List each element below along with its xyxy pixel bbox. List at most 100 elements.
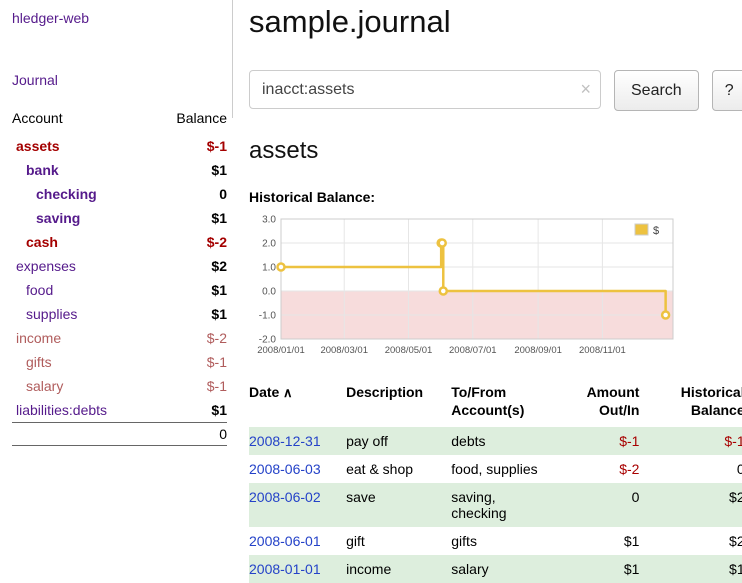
account-balance: $2 bbox=[152, 254, 227, 278]
sort-ascending-icon: ∧ bbox=[279, 385, 292, 400]
y-tick-label: -2.0 bbox=[259, 335, 277, 346]
account-name-cell: saving bbox=[12, 206, 152, 230]
legend-swatch bbox=[635, 224, 648, 235]
account-balance: $-1 bbox=[152, 134, 227, 158]
account-link-saving[interactable]: saving bbox=[36, 210, 80, 226]
legend-label: $ bbox=[653, 225, 659, 237]
account-link-checking[interactable]: checking bbox=[36, 186, 97, 202]
sidebar: hledger-web Journal Account Balance asse… bbox=[0, 0, 233, 583]
register-balance: 0 bbox=[647, 455, 742, 483]
register-amount: 0 bbox=[556, 483, 647, 527]
x-tick-label: 2008/11/01 bbox=[579, 345, 626, 356]
register-balance: $2 bbox=[647, 527, 742, 555]
transaction-date-link[interactable]: 2008-06-03 bbox=[249, 461, 321, 477]
register-amount: $1 bbox=[556, 527, 647, 555]
accounts-header-balance: Balance bbox=[152, 108, 227, 134]
account-link-liabilities-debts[interactable]: liabilities:debts bbox=[16, 402, 107, 418]
register-accounts: salary bbox=[451, 555, 556, 583]
register-row: 2008-06-02 savesaving, checking0$2 bbox=[249, 483, 742, 527]
data-point-marker bbox=[440, 288, 447, 295]
register-date-cell: 2008-06-02 bbox=[249, 483, 346, 527]
account-row: supplies$1 bbox=[12, 302, 227, 326]
register-accounts: food, supplies bbox=[451, 455, 556, 483]
register-accounts: debts bbox=[451, 427, 556, 455]
hledger-web-app: hledger-web Journal Account Balance asse… bbox=[0, 0, 742, 583]
register-table: Date ∧DescriptionTo/FromAccount(s)Amount… bbox=[249, 379, 742, 583]
transaction-date-link[interactable]: 2008-01-01 bbox=[249, 561, 321, 577]
accounts-total-spacer bbox=[12, 423, 152, 446]
register-description: save bbox=[346, 483, 451, 527]
account-name-cell: cash bbox=[12, 230, 152, 254]
account-name-cell: bank bbox=[12, 158, 152, 182]
account-balance: $-2 bbox=[152, 326, 227, 350]
register-date-cell: 2008-06-03 bbox=[249, 455, 346, 483]
register-row: 2008-01-01incomesalary$1$1 bbox=[249, 555, 742, 583]
account-link-food[interactable]: food bbox=[26, 282, 53, 298]
account-balance: $-2 bbox=[152, 230, 227, 254]
register-balance: $2 bbox=[647, 483, 742, 527]
accounts-header-account: Account bbox=[12, 108, 152, 134]
account-balance: $-1 bbox=[152, 350, 227, 374]
register-header-description: Description bbox=[346, 379, 451, 427]
clear-search-icon[interactable]: × bbox=[580, 78, 591, 100]
account-link-assets[interactable]: assets bbox=[16, 138, 60, 154]
data-point-marker bbox=[278, 264, 285, 271]
x-tick-label: 2008/09/01 bbox=[514, 345, 562, 356]
account-row: food$1 bbox=[12, 278, 227, 302]
search-input[interactable] bbox=[249, 70, 601, 109]
account-link-gifts[interactable]: gifts bbox=[26, 354, 52, 370]
register-date-cell: 2008-06-01 bbox=[249, 527, 346, 555]
account-balance: $1 bbox=[152, 206, 227, 230]
register-header-row: Date ∧DescriptionTo/FromAccount(s)Amount… bbox=[249, 379, 742, 427]
register-amount: $-1 bbox=[556, 427, 647, 455]
help-button[interactable]: ? bbox=[712, 70, 742, 111]
search-row: × Search ? bbox=[249, 70, 742, 111]
transaction-date-link[interactable]: 2008-06-02 bbox=[249, 489, 321, 505]
account-row: checking 0 bbox=[12, 182, 227, 206]
account-link-income[interactable]: income bbox=[16, 330, 61, 346]
account-name-cell: supplies bbox=[12, 302, 152, 326]
register-row: 2008-12-31pay offdebts$-1$-1 bbox=[249, 427, 742, 455]
account-row: saving $1 bbox=[12, 206, 227, 230]
register-amount: $1 bbox=[556, 555, 647, 583]
x-tick-label: 2008/03/01 bbox=[320, 345, 368, 356]
x-tick-label: 2008/01/01 bbox=[257, 345, 305, 356]
register-amount: $-2 bbox=[556, 455, 647, 483]
register-header-date[interactable]: Date ∧ bbox=[249, 379, 346, 427]
app-title-link[interactable]: hledger-web bbox=[12, 10, 227, 26]
account-link-supplies[interactable]: supplies bbox=[26, 306, 77, 322]
register-accounts: saving, checking bbox=[451, 483, 556, 527]
register-balance: $1 bbox=[647, 555, 742, 583]
account-name-cell: expenses bbox=[12, 254, 152, 278]
y-tick-label: 2.0 bbox=[262, 239, 276, 250]
account-name-cell: food bbox=[12, 278, 152, 302]
account-link-bank[interactable]: bank bbox=[26, 162, 59, 178]
accounts-header-row: Account Balance bbox=[12, 108, 227, 134]
register-description: gift bbox=[346, 527, 451, 555]
register-description: eat & shop bbox=[346, 455, 451, 483]
register-date-cell: 2008-12-31 bbox=[249, 427, 346, 455]
y-tick-label: 1.0 bbox=[262, 263, 276, 274]
journal-link[interactable]: Journal bbox=[12, 72, 227, 88]
account-row: salary$-1 bbox=[12, 374, 227, 398]
transaction-date-link[interactable]: 2008-12-31 bbox=[249, 433, 321, 449]
register-row: 2008-06-03 eat & shopfood, supplies$-20 bbox=[249, 455, 742, 483]
register-header-historical: HistoricalBalance bbox=[647, 379, 742, 427]
account-name-cell: salary bbox=[12, 374, 152, 398]
account-row: liabilities:debts $1 bbox=[12, 398, 227, 423]
historical-balance-chart: 3.02.01.00.0-1.0-2.02008/01/012008/03/01… bbox=[249, 213, 742, 365]
account-balance: $1 bbox=[152, 158, 227, 182]
account-link-cash[interactable]: cash bbox=[26, 234, 58, 250]
transaction-date-link[interactable]: 2008-06-01 bbox=[249, 533, 321, 549]
account-name-cell: income bbox=[12, 326, 152, 350]
chart-title: Historical Balance: bbox=[249, 189, 742, 205]
account-name-cell: assets bbox=[12, 134, 152, 158]
account-row: income $-2 bbox=[12, 326, 227, 350]
account-balance: $1 bbox=[152, 398, 227, 423]
chart-svg: 3.02.01.00.0-1.0-2.02008/01/012008/03/01… bbox=[249, 213, 679, 365]
account-link-expenses[interactable]: expenses bbox=[16, 258, 76, 274]
search-button[interactable]: Search bbox=[614, 70, 699, 111]
account-balance: 0 bbox=[152, 182, 227, 206]
account-link-salary[interactable]: salary bbox=[26, 378, 63, 394]
register-description: income bbox=[346, 555, 451, 583]
